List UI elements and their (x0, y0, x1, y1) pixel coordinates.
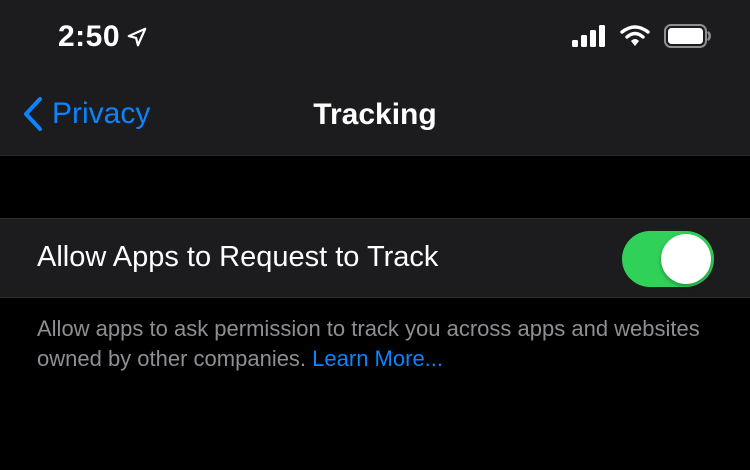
allow-tracking-toggle[interactable] (622, 231, 714, 287)
learn-more-link[interactable]: Learn More... (312, 346, 443, 371)
battery-icon (664, 24, 711, 48)
header: 2:50 Privacy Tracking (0, 0, 750, 156)
toggle-knob (661, 234, 711, 284)
status-bar-time: 2:50 (58, 20, 148, 54)
status-time-text: 2:50 (58, 20, 121, 53)
tracking-screen: 2:50 Privacy Tracking Allow Apps to Requ… (0, 0, 750, 470)
setting-row-allow-tracking-requests: Allow Apps to Request to Track (0, 218, 750, 298)
signal-icon (572, 25, 605, 47)
page-title: Tracking (313, 98, 437, 131)
setting-description: Allow apps to ask permission to track yo… (37, 314, 717, 374)
setting-label: Allow Apps to Request to Track (37, 241, 439, 273)
wifi-icon (620, 25, 650, 46)
location-arrow-icon (127, 27, 147, 47)
status-bar-indicators (572, 24, 712, 48)
